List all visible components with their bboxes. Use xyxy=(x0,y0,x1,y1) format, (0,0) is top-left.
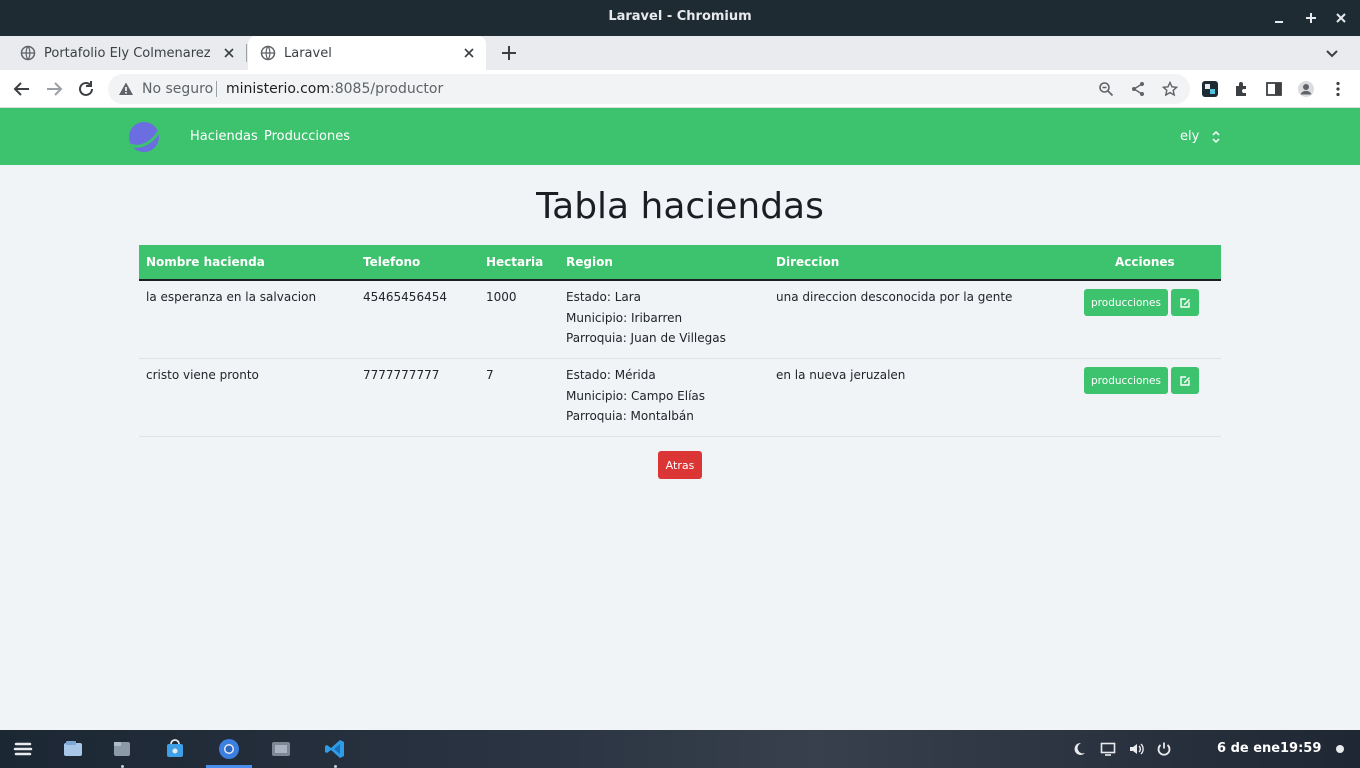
vscode-icon[interactable] xyxy=(324,738,346,760)
chromium-icon[interactable] xyxy=(218,738,240,760)
share-icon[interactable] xyxy=(1130,81,1146,97)
minimize-icon[interactable] xyxy=(1269,8,1289,28)
nav-link-haciendas[interactable]: Haciendas xyxy=(190,129,258,144)
window-title: Laravel - Chromium xyxy=(608,9,752,24)
haciendas-table: Nombre hacienda Telefono Hectaria Region… xyxy=(139,245,1221,437)
zorin-menu-icon[interactable] xyxy=(12,738,34,760)
bookmark-star-icon[interactable] xyxy=(1162,81,1178,97)
globe-icon xyxy=(20,45,36,61)
security-label: No seguro xyxy=(142,81,214,97)
cell-nombre: la esperanza en la salvacion xyxy=(146,290,317,304)
reload-icon[interactable] xyxy=(76,79,96,99)
column-header: Region xyxy=(566,255,613,269)
edit-icon xyxy=(1180,375,1190,386)
page-content: Haciendas Producciones ely Tabla haciend… xyxy=(0,108,1360,730)
table-header: Nombre hacienda Telefono Hectaria Region… xyxy=(139,245,1221,281)
close-window-icon[interactable] xyxy=(1331,8,1351,28)
page-title: Tabla haciendas xyxy=(536,186,824,227)
region-municipio: Municipio: Iribarren xyxy=(566,310,683,325)
tab-label: Laravel xyxy=(284,45,332,61)
files-icon[interactable] xyxy=(62,738,84,760)
region-estado: Estado: Mérida xyxy=(566,368,656,382)
taskbar: 6 de ene 19:59 xyxy=(0,730,1360,768)
app-navbar: Haciendas Producciones ely xyxy=(0,108,1360,165)
power-icon[interactable] xyxy=(1156,741,1172,757)
column-header: Telefono xyxy=(363,255,421,269)
kebab-menu-icon[interactable] xyxy=(1329,80,1347,98)
address-bar[interactable]: No seguro ministerio.com:8085/productor xyxy=(108,74,1190,104)
side-panel-icon[interactable] xyxy=(1265,80,1283,98)
user-menu[interactable]: ely xyxy=(1180,129,1199,144)
cell-telefono: 45465456454 xyxy=(363,290,447,304)
screenshot-icon[interactable] xyxy=(270,738,292,760)
tab-laravel[interactable]: Laravel xyxy=(248,36,486,70)
region-parroquia: Parroquia: Montalbán xyxy=(566,409,694,424)
warning-icon[interactable] xyxy=(118,81,134,97)
cell-region: Estado: Lara Municipio: Iribarren Parroq… xyxy=(566,287,726,349)
back-button[interactable]: Atras xyxy=(658,451,702,479)
cell-hectaria: 1000 xyxy=(486,290,517,304)
restore-icon[interactable] xyxy=(1301,8,1321,28)
zoom-icon[interactable] xyxy=(1098,81,1114,97)
extension-app-icon[interactable] xyxy=(1201,80,1219,98)
notification-dot[interactable] xyxy=(1336,745,1344,753)
column-header: Direccion xyxy=(776,255,840,269)
app-logo[interactable] xyxy=(127,119,163,155)
column-header: Nombre hacienda xyxy=(146,255,265,269)
close-tab-icon[interactable] xyxy=(222,46,236,60)
nav-link-producciones[interactable]: Producciones xyxy=(264,129,350,144)
url-text: ministerio.com:8085/productor xyxy=(226,81,443,97)
close-tab-icon[interactable] xyxy=(462,46,476,60)
clock-date[interactable]: 6 de ene xyxy=(1217,741,1280,756)
volume-icon[interactable] xyxy=(1128,741,1144,757)
browser-toolbar: No seguro ministerio.com:8085/productor xyxy=(0,70,1360,108)
omnibox-divider xyxy=(216,81,217,97)
column-header: Acciones xyxy=(1115,255,1175,269)
cell-direccion: una direccion desconocida por la gente xyxy=(776,290,1013,304)
new-tab-icon[interactable] xyxy=(499,43,519,63)
tab-portafolio[interactable]: Portafolio Ely Colmenarez xyxy=(0,36,246,70)
url-host: ministerio.com xyxy=(226,81,331,97)
cell-hectaria: 7 xyxy=(486,368,494,382)
producciones-button[interactable]: producciones xyxy=(1084,289,1168,316)
software-store-icon[interactable] xyxy=(164,738,186,760)
table-row: cristo viene pronto 7777777777 7 Estado:… xyxy=(139,359,1221,437)
forward-arrow-icon[interactable] xyxy=(44,79,64,99)
producciones-button[interactable]: producciones xyxy=(1084,367,1168,394)
chevron-down-icon[interactable] xyxy=(1323,44,1341,62)
region-parroquia: Parroquia: Juan de Villegas xyxy=(566,331,726,346)
region-estado: Estado: Lara xyxy=(566,290,642,304)
cell-direccion: en la nueva jeruzalen xyxy=(776,368,906,382)
extensions-puzzle-icon[interactable] xyxy=(1233,80,1251,98)
globe-icon xyxy=(260,45,276,61)
edit-icon xyxy=(1180,297,1190,308)
table-row: la esperanza en la salvacion 45465456454… xyxy=(139,281,1221,359)
chevron-up-down-icon[interactable] xyxy=(1211,130,1221,144)
cell-region: Estado: Mérida Municipio: Campo Elías Pa… xyxy=(566,365,705,427)
profile-avatar-icon[interactable] xyxy=(1297,80,1315,98)
column-header: Hectaria xyxy=(486,255,544,269)
edit-button[interactable] xyxy=(1171,289,1199,316)
display-icon[interactable] xyxy=(1100,741,1116,757)
cell-nombre: cristo viene pronto xyxy=(146,368,259,382)
night-light-icon[interactable] xyxy=(1071,741,1087,757)
region-municipio: Municipio: Campo Elías xyxy=(566,388,706,403)
edit-button[interactable] xyxy=(1171,367,1199,394)
window-titlebar: Laravel - Chromium xyxy=(0,0,1360,36)
clock-time[interactable]: 19:59 xyxy=(1280,741,1321,756)
tab-separator xyxy=(246,44,247,62)
file-manager-icon[interactable] xyxy=(111,738,133,760)
cell-telefono: 7777777777 xyxy=(363,368,440,382)
url-path: :8085/productor xyxy=(330,81,444,97)
back-arrow-icon[interactable] xyxy=(12,79,32,99)
tab-label: Portafolio Ely Colmenarez xyxy=(44,45,211,61)
